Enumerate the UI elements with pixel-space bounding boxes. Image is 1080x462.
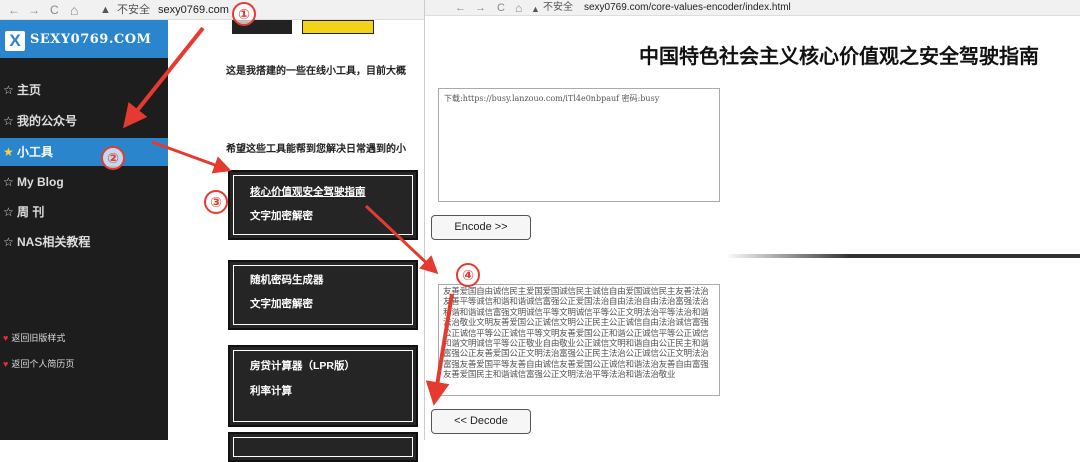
annotation-arrow — [364, 204, 439, 275]
annotation-number: ④ — [456, 263, 480, 287]
annotation-arrow — [425, 293, 454, 406]
annotation-arrow — [151, 140, 232, 174]
annotation-number: ① — [232, 2, 256, 26]
annotation-arrows — [123, 26, 454, 406]
annotation-number: ③ — [204, 190, 228, 214]
annotation-arrow — [123, 26, 205, 129]
annotation-number: ② — [101, 146, 125, 170]
